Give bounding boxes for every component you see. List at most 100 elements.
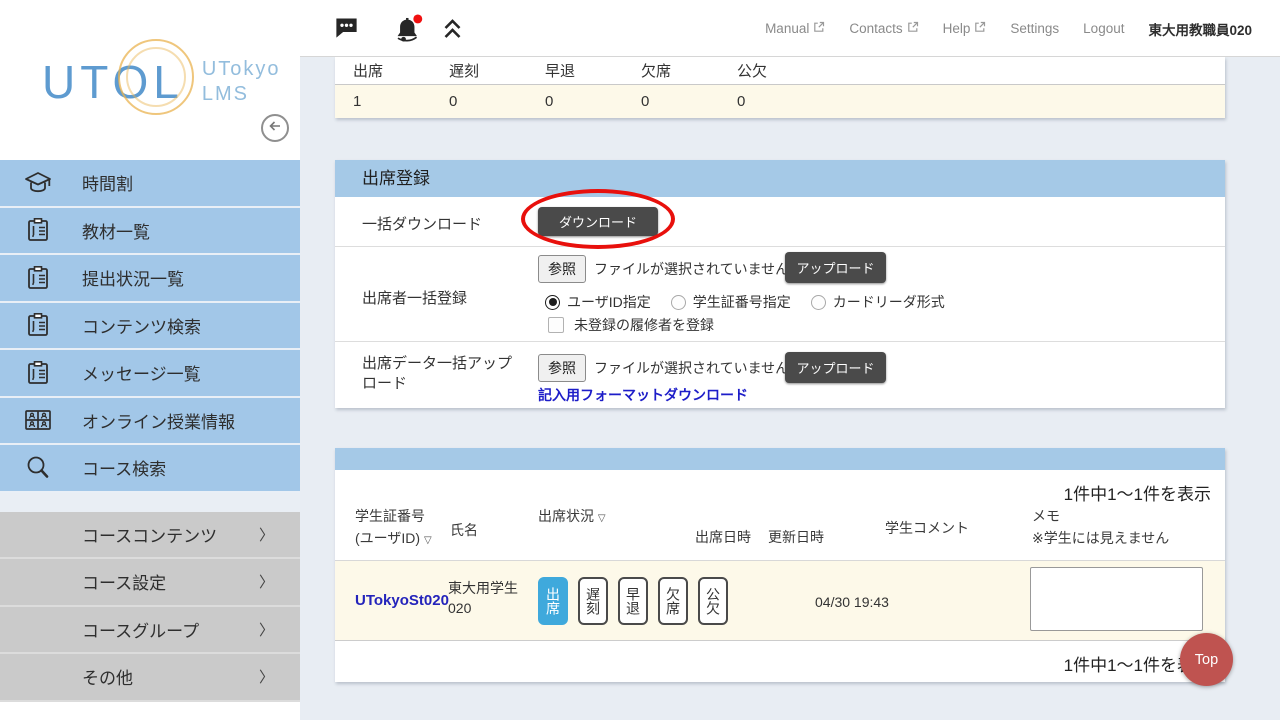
attendance-summary-table: 出席 遅刻 早退 欠席 公欠 1 0 0 0 0	[335, 57, 1225, 118]
sidebar-section-divider	[0, 492, 300, 512]
settings-link[interactable]: Settings	[1010, 21, 1059, 36]
scroll-to-top-button[interactable]: Top	[1180, 633, 1233, 686]
status-button-present[interactable]: 出席	[538, 577, 568, 625]
summary-header-early-leave: 早退	[545, 63, 576, 80]
radio-label: ユーザID指定	[567, 294, 651, 310]
logo-title: UTOL	[42, 39, 194, 115]
sidebar-group-course-group[interactable]: コースグループ 〉	[0, 606, 300, 654]
checkbox-label: 未登録の履修者を登録	[574, 317, 714, 333]
clipboard-icon	[20, 264, 56, 292]
summary-header-excused: 公欠	[737, 63, 768, 80]
file-select-line: 参照 ファイルが選択されていません。	[538, 354, 803, 382]
file-status-text: ファイルが選択されていません。	[594, 261, 804, 277]
register-unenrolled-option[interactable]: 未登録の履修者を登録	[548, 315, 714, 335]
main-content: 出席 遅刻 早退 欠席 公欠 1 0 0 0 0 出席登録 一括ダウンロード ダ…	[300, 57, 1280, 720]
summary-value-late: 0	[449, 93, 458, 110]
summary-header-present: 出席	[353, 63, 384, 80]
browse-button[interactable]: 参照	[538, 255, 586, 283]
manual-link[interactable]: Manual	[765, 21, 825, 36]
app-logo[interactable]: UTOL UTokyo LMS	[42, 39, 281, 115]
logo-ring-decoration	[126, 47, 186, 107]
summary-value-present: 1	[353, 93, 362, 110]
chevron-right-icon: 〉	[258, 526, 274, 544]
sidebar-item-label: オンライン授業情報	[82, 412, 235, 432]
radio-selected-icon	[545, 294, 560, 310]
sidebar-collapse-button[interactable]	[261, 114, 289, 142]
notification-dot	[413, 14, 423, 24]
table-footer: 1件中1〜1件を表示	[335, 640, 1225, 682]
radio-label: 学生証番号指定	[692, 294, 791, 310]
attendance-data-upload-row: 出席データ一括アップロード 参照 ファイルが選択されていません。 アップロード …	[335, 341, 1225, 408]
column-header-student-id[interactable]: 学生証番号 (ユーザID) ▽	[355, 506, 432, 549]
sidebar-item-submission-status[interactable]: 提出状況一覧	[0, 255, 300, 303]
download-button[interactable]: ダウンロード	[538, 207, 658, 236]
summary-header-row: 出席 遅刻 早退 欠席 公欠	[335, 57, 1225, 85]
status-button-absent[interactable]: 欠席	[658, 577, 688, 625]
radio-unselected-icon	[810, 294, 826, 310]
column-header-student-comment: 学生コメント	[885, 520, 969, 536]
column-header-update-time: 更新日時	[768, 529, 824, 545]
summary-value-absent: 0	[641, 93, 650, 110]
summary-header-late: 遅刻	[449, 63, 480, 80]
browse-button[interactable]: 参照	[538, 354, 586, 382]
radio-label: カードリーダ形式	[832, 294, 945, 310]
checkbox-icon[interactable]	[548, 317, 564, 333]
update-time-value: 04/30 19:43	[815, 594, 889, 610]
radio-card-reader-format[interactable]: カードリーダ形式	[810, 292, 945, 312]
radio-user-id[interactable]: ユーザID指定	[545, 292, 651, 312]
external-link-icon	[813, 21, 825, 36]
status-button-excused[interactable]: 公欠	[698, 577, 728, 625]
contacts-link[interactable]: Contacts	[849, 21, 918, 36]
status-button-early-leave[interactable]: 早退	[618, 577, 648, 625]
sidebar-item-messages[interactable]: メッセージ一覧	[0, 350, 300, 398]
sidebar-group-label: コースグループ	[82, 621, 200, 641]
upload-button[interactable]: アップロード	[785, 252, 886, 283]
sidebar: UTOL UTokyo LMS 時間割 教材一覧 提出状況一覧 コンテンツ検索 …	[0, 0, 300, 720]
memo-textarea[interactable]	[1030, 567, 1203, 631]
column-header-memo: メモ ※学生には見えません	[1032, 508, 1170, 546]
bulk-download-row: 一括ダウンロード ダウンロード	[335, 189, 1225, 249]
student-row: UTokyoSt020 東大用学生020 出席 遅刻 早退 欠席 公欠 04/3…	[335, 560, 1225, 640]
chevron-right-icon: 〉	[258, 669, 274, 687]
sidebar-group-others[interactable]: その他 〉	[0, 654, 300, 702]
sidebar-group-label: その他	[82, 669, 133, 689]
clipboard-icon	[20, 311, 56, 339]
notification-bell-icon[interactable]	[392, 14, 425, 50]
help-link[interactable]: Help	[943, 21, 987, 36]
radio-student-card-number[interactable]: 学生証番号指定	[670, 292, 791, 312]
sidebar-item-label: 提出状況一覧	[82, 270, 184, 290]
file-status-text: ファイルが選択されていません。	[594, 360, 804, 376]
sort-caret-icon: ▽	[423, 534, 432, 546]
sidebar-item-materials[interactable]: 教材一覧	[0, 207, 300, 255]
student-id-link[interactable]: UTokyoSt020	[355, 592, 449, 609]
attendee-bulk-register-row: 出席者一括登録 参照 ファイルが選択されていません。 アップロード ユーザID指…	[335, 246, 1225, 341]
sidebar-item-online-class-info[interactable]: オンライン授業情報	[0, 397, 300, 445]
student-attendance-table: 1件中1〜1件を表示 学生証番号 (ユーザID) ▽ 氏名 出席状況 ▽ 出席日…	[335, 448, 1225, 682]
graduation-cap-icon	[20, 170, 56, 196]
sidebar-group-course-settings[interactable]: コース設定 〉	[0, 559, 300, 607]
status-button-late[interactable]: 遅刻	[578, 577, 608, 625]
chevron-right-icon: 〉	[258, 621, 274, 639]
column-header-status[interactable]: 出席状況 ▽	[538, 506, 606, 528]
sidebar-item-content-search[interactable]: コンテンツ検索	[0, 302, 300, 350]
panel-title: 出席登録	[335, 160, 1225, 197]
summary-header-absent: 欠席	[641, 63, 672, 80]
file-select-line: 参照 ファイルが選択されていません。	[538, 255, 803, 283]
summary-value-excused: 0	[737, 93, 746, 110]
upload-button[interactable]: アップロード	[785, 352, 886, 383]
sidebar-menu: 時間割 教材一覧 提出状況一覧 コンテンツ検索 メッセージ一覧 オンライン授業情…	[0, 160, 300, 702]
logout-link[interactable]: Logout	[1083, 21, 1124, 36]
format-download-link[interactable]: 記入用フォーマットダウンロード	[538, 385, 748, 405]
double-chevron-up-icon[interactable]	[441, 17, 464, 46]
sort-caret-icon: ▽	[597, 513, 606, 524]
sidebar-group-course-contents[interactable]: コースコンテンツ 〉	[0, 511, 300, 559]
clipboard-icon	[20, 216, 56, 244]
external-link-icon	[907, 21, 919, 36]
topbar-links: Manual Contacts Help Settings Logout 東大用…	[765, 0, 1252, 57]
chat-icon[interactable]	[333, 14, 360, 46]
column-header-attend-time: 出席日時	[695, 529, 751, 545]
sidebar-item-label: 時間割	[82, 175, 133, 195]
sidebar-item-timetable[interactable]: 時間割	[0, 160, 300, 208]
sidebar-item-course-search[interactable]: コース検索	[0, 445, 300, 493]
sidebar-item-label: コース検索	[82, 460, 167, 480]
